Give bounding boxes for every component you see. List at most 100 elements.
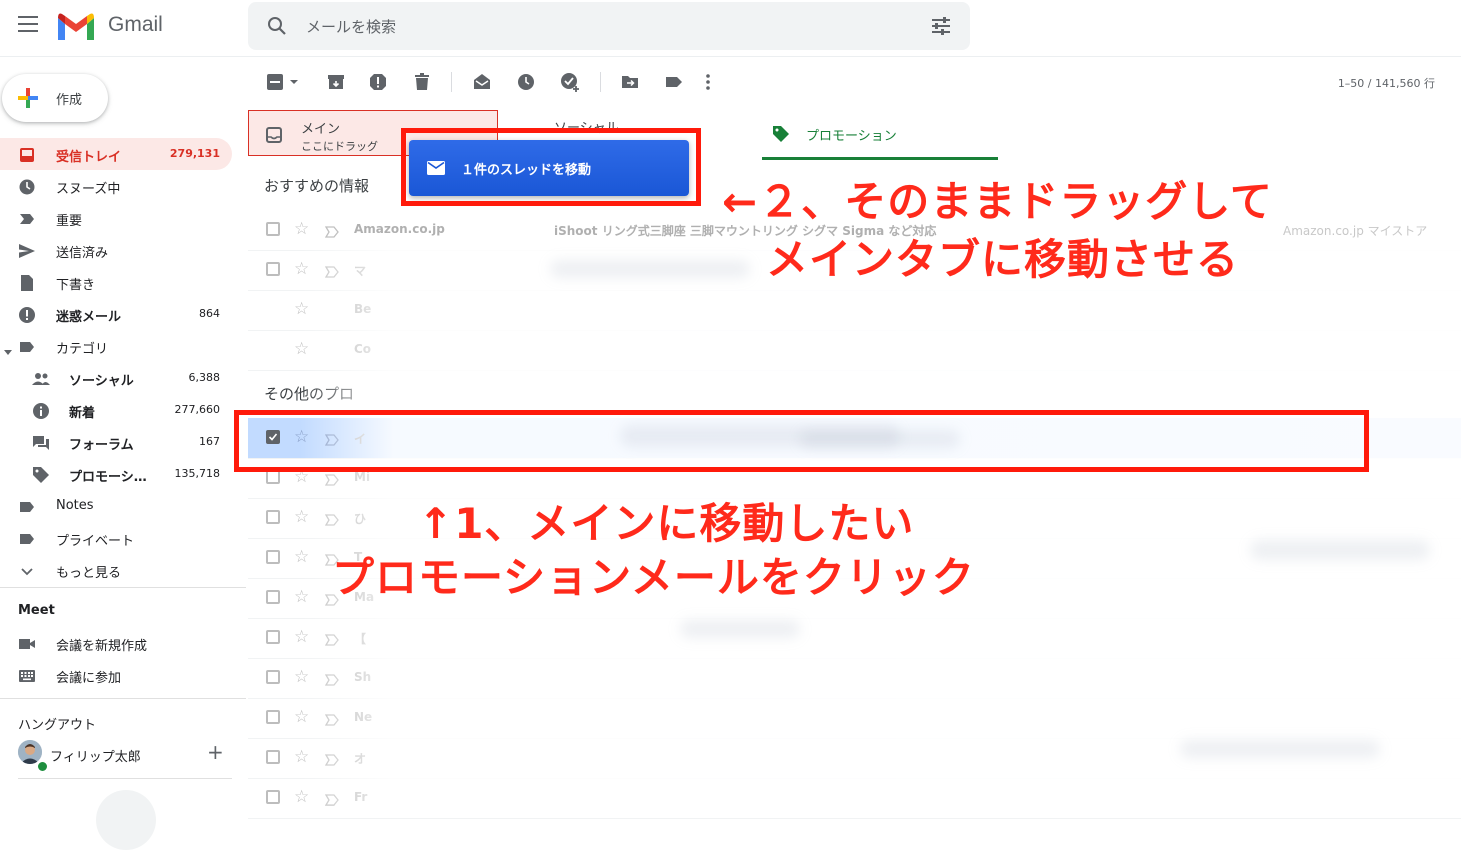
move-to-icon[interactable] — [620, 72, 640, 92]
section-recommended: おすすめの情報 — [264, 177, 370, 195]
sidebar-item-drafts[interactable]: 下書き — [0, 266, 232, 298]
tag-icon — [772, 125, 790, 147]
sidebar-item-important[interactable]: 重要 — [0, 202, 232, 234]
row-checkbox[interactable] — [266, 750, 280, 764]
tab-promotions[interactable]: プロモーション — [762, 110, 998, 160]
label-icon — [18, 498, 36, 516]
sidebar-item-label: 会議に参加 — [56, 671, 122, 686]
compose-button[interactable]: 作成 — [2, 74, 108, 122]
compose-plus-icon — [16, 86, 40, 110]
annotation-step1-line1: ↑1、メインに移動したい — [418, 499, 915, 548]
people-icon — [32, 370, 50, 388]
annotation-step2-line1: ←２、そのままドラッグして — [722, 177, 1273, 226]
sidebar-item-categories[interactable]: カテゴリ — [0, 330, 232, 362]
row-checkbox[interactable] — [266, 670, 280, 684]
sidebar-divider — [18, 778, 232, 779]
select-dropdown-icon[interactable] — [288, 72, 300, 92]
important-icon — [18, 210, 36, 228]
app-name: Gmail — [108, 13, 163, 36]
sidebar-divider — [0, 698, 246, 699]
caret-down-icon[interactable] — [4, 341, 12, 360]
sidebar-item-label: ソーシャル — [69, 374, 134, 389]
row-snippet: Amazon.co.jp マイストア — [1283, 224, 1428, 238]
annotation-frame-selected-row — [234, 410, 1369, 472]
tab-label: メイン — [301, 122, 341, 137]
label-icon — [18, 530, 36, 548]
add-to-tasks-icon[interactable] — [560, 72, 580, 92]
sidebar-item-label: プライベート — [56, 534, 135, 549]
forum-icon — [32, 434, 50, 452]
row-checkbox[interactable] — [266, 550, 280, 564]
top-bar: Gmail — [0, 0, 1461, 57]
search-bar — [248, 2, 970, 52]
search-input[interactable] — [304, 2, 908, 52]
snooze-icon[interactable] — [516, 72, 536, 92]
sidebar-item-label: 新着 — [69, 406, 96, 421]
sidebar-item-label: 迷惑メール — [56, 310, 122, 325]
row-checkbox[interactable] — [266, 470, 280, 484]
sidebar-item-promotions[interactable]: プロモーシ… 135,718 — [0, 458, 232, 490]
sidebar-item-forums[interactable]: フォーラム 167 — [0, 426, 232, 458]
sidebar-item-notes[interactable]: Notes — [0, 490, 232, 522]
row-checkbox[interactable] — [266, 590, 280, 604]
sidebar-item-more[interactable]: もっと見る — [0, 554, 232, 586]
tag-icon — [32, 466, 50, 484]
sidebar-divider — [0, 587, 246, 588]
row-checkbox[interactable] — [266, 710, 280, 724]
sidebar-item-label: Notes — [56, 498, 94, 513]
sidebar-item-label: カテゴリ — [56, 342, 109, 357]
sidebar-item-snoozed[interactable]: スヌーズ中 — [0, 170, 232, 202]
tab-label: プロモーション — [806, 129, 897, 144]
more-options-icon[interactable] — [704, 72, 712, 92]
sidebar-item-new-meeting[interactable]: 会議を新規作成 — [0, 627, 232, 659]
chevron-down-icon — [18, 562, 36, 580]
toolbar-divider — [451, 72, 452, 92]
labels-icon[interactable] — [664, 72, 684, 92]
main-menu-icon[interactable] — [18, 16, 38, 32]
star-icon[interactable]: ☆ — [294, 219, 309, 239]
sidebar-item-inbox[interactable]: 受信トレイ 279,131 — [0, 138, 232, 170]
sidebar-item-private[interactable]: プライベート — [0, 522, 232, 554]
sidebar-item-social[interactable]: ソーシャル 6,388 — [0, 362, 232, 394]
row-sender: Amazon.co.jp — [354, 222, 445, 236]
sidebar-item-label: プロモーシ… — [69, 470, 147, 485]
row-checkbox[interactable] — [266, 790, 280, 804]
sidebar-item-sent[interactable]: 送信済み — [0, 234, 232, 266]
search-options-icon[interactable] — [930, 16, 952, 40]
compose-label: 作成 — [56, 93, 83, 108]
important-marker-icon[interactable] — [324, 223, 339, 238]
gmail-logo-icon[interactable] — [56, 12, 96, 46]
sidebar-item-count: 135,718 — [174, 467, 221, 480]
info-icon — [32, 402, 50, 420]
sidebar-item-label: フォーラム — [69, 438, 134, 453]
sidebar-item-count: 6,388 — [188, 371, 221, 384]
sidebar-item-join-meeting[interactable]: 会議に参加 — [0, 659, 232, 691]
add-contact-button[interactable]: + — [207, 740, 224, 764]
sidebar-item-count: 279,131 — [169, 147, 220, 160]
draft-icon — [18, 274, 36, 292]
drop-hint: ここにドラッグ — [301, 140, 378, 153]
sidebar-item-label: 送信済み — [56, 246, 109, 261]
meet-title: Meet — [18, 603, 55, 618]
report-spam-icon[interactable] — [368, 72, 388, 92]
row-checkbox[interactable] — [266, 630, 280, 644]
select-checkbox[interactable] — [266, 72, 286, 92]
sidebar-item-label: 受信トレイ — [56, 150, 122, 165]
sidebar-item-spam[interactable]: 迷惑メール 864 — [0, 298, 232, 330]
sidebar-item-label: スヌーズ中 — [56, 182, 121, 197]
hangouts-title: ハングアウト — [18, 718, 97, 733]
row-checkbox[interactable] — [266, 222, 280, 236]
keyboard-icon — [18, 667, 36, 685]
row-checkbox[interactable] — [266, 262, 280, 276]
sidebar-item-updates[interactable]: 新着 277,660 — [0, 394, 232, 426]
mark-as-read-icon[interactable] — [472, 72, 492, 92]
sidebar-item-label: 下書き — [56, 278, 96, 293]
page-range: 1–50 / 141,560 行 — [1337, 77, 1435, 90]
row-checkbox[interactable] — [266, 510, 280, 524]
delete-icon[interactable] — [412, 72, 432, 92]
label-icon — [18, 338, 36, 356]
send-icon — [18, 242, 36, 260]
archive-icon[interactable] — [326, 72, 346, 92]
hangouts-user-name[interactable]: フィリップ太郎 — [50, 746, 141, 765]
search-icon[interactable] — [266, 15, 288, 41]
